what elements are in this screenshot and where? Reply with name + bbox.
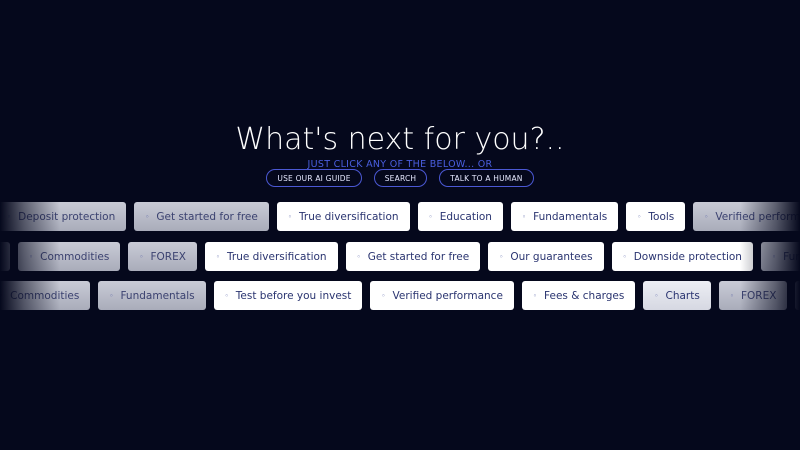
topic-chip-label: Fees & charges [544, 289, 625, 302]
circle-bullet-icon: ◦ [771, 252, 777, 261]
topic-chip[interactable]: ◦ FOREX [128, 242, 197, 271]
talk-to-human-button[interactable]: TALK TO A HUMAN [439, 169, 534, 187]
circle-bullet-icon: ◦ [428, 212, 433, 221]
topic-chip[interactable]: ◦ Verified performance [693, 202, 800, 231]
topic-chip-label: FOREX [150, 250, 186, 263]
circle-bullet-icon: ◦ [521, 212, 527, 221]
topic-chip-label: Fundamentals [783, 250, 800, 263]
topic-row-2: ◦ Commodities ◦ FOREX ◦ True diversification ◦… [0, 242, 800, 272]
circle-bullet-icon: ◦ [499, 252, 504, 261]
topic-chip[interactable]: ◦ True diversification [276, 202, 410, 231]
topic-chip-label: Fundamentals [533, 210, 608, 223]
topic-chip-label: Education [439, 210, 492, 223]
action-buttons: USE OUR AI GUIDE SEARCH TALK TO A HUMAN [0, 169, 800, 187]
topic-chip-label: Deposit protection [18, 210, 116, 223]
topic-chip[interactable]: ◦ Test before you invest [213, 281, 363, 310]
topic-chip-label: Test before you invest [235, 289, 352, 302]
topic-chip[interactable]: ◦ Fundamentals [510, 202, 619, 231]
topic-chip-label: Verified performance [715, 210, 800, 223]
topic-chip[interactable]: ◦ Charts [643, 281, 711, 310]
circle-bullet-icon: ◦ [704, 212, 709, 221]
circle-bullet-icon: ◦ [381, 291, 386, 300]
circle-bullet-icon: ◦ [139, 252, 144, 261]
topic-chip[interactable]: ◦Downside protection [795, 281, 800, 310]
circle-bullet-icon: ◦ [0, 291, 4, 300]
page-title: What's next for you?.. [235, 122, 565, 157]
circle-bullet-icon: ◦ [654, 291, 659, 300]
search-button[interactable]: SEARCH [373, 169, 428, 187]
topic-chip-label: Commodities [10, 289, 80, 302]
topic-chip[interactable]: ◦ Fees & charges [521, 281, 636, 310]
topic-chip[interactable]: ◦ Get started for free [134, 202, 269, 231]
topic-chip-label: Get started for free [156, 210, 258, 223]
topic-chip-label: Commodities [40, 250, 110, 263]
circle-bullet-icon: ◦ [7, 212, 12, 221]
topic-chip[interactable]: ◦ Fundamentals [98, 281, 206, 310]
circle-bullet-icon: ◦ [224, 291, 229, 300]
topic-chip-label: True diversification [227, 250, 327, 263]
topic-chip-label: Our guarantees [510, 250, 593, 263]
topic-row-1: ◦ Deposit protection ◦ Get started for free… [0, 202, 800, 232]
topic-chip-label: Verified performance [392, 289, 503, 302]
topic-chip[interactable] [0, 242, 10, 271]
topic-chip[interactable]: ◦ Fundamentals [760, 242, 800, 271]
topic-chip[interactable]: ◦ Verified performance [370, 281, 514, 310]
circle-bullet-icon: ◦ [637, 212, 642, 221]
topic-chip[interactable]: ◦ Deposit protection [0, 202, 127, 231]
topic-chip-label: Tools [648, 210, 675, 223]
circle-bullet-icon: ◦ [622, 252, 627, 261]
circle-bullet-icon: ◦ [215, 252, 221, 261]
circle-bullet-icon: ◦ [729, 291, 734, 300]
topic-chip[interactable]: ◦ Our guarantees [488, 242, 604, 271]
topic-chip[interactable]: ◦ Commodities [18, 242, 121, 271]
topic-row-3: ◦ Commodities ◦ Fundamentals ◦ Test before yo… [0, 281, 800, 311]
topic-chip[interactable]: ◦ Downside protection [611, 242, 753, 271]
topic-chip[interactable]: ◦ True diversification [204, 242, 338, 271]
circle-bullet-icon: ◦ [532, 291, 538, 300]
circle-bullet-icon: ◦ [356, 252, 361, 261]
topic-chip-label: FOREX [740, 289, 777, 302]
topic-chip[interactable]: ◦ Tools [626, 202, 686, 231]
topic-chip[interactable]: ◦ Get started for free [345, 242, 481, 271]
topic-chip[interactable]: ◦ FOREX [718, 281, 788, 310]
topic-chip-label: Downside protection [633, 250, 742, 263]
topic-chip-label: Charts [665, 289, 700, 302]
circle-bullet-icon: ◦ [109, 291, 114, 300]
topic-chip-label: True diversification [299, 210, 399, 223]
topic-chip-label: Get started for free [367, 250, 470, 263]
circle-bullet-icon: ◦ [29, 252, 34, 261]
topic-chip[interactable]: ◦ Education [417, 202, 503, 231]
circle-bullet-icon: ◦ [145, 212, 150, 221]
topic-chip[interactable]: ◦ Commodities [0, 281, 91, 310]
ai-guide-button[interactable]: USE OUR AI GUIDE [266, 169, 362, 187]
topic-chip-label: Fundamentals [120, 289, 195, 302]
circle-bullet-icon: ◦ [287, 212, 292, 221]
